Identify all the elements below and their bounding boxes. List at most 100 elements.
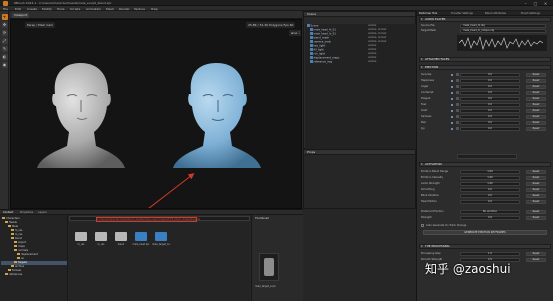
tree-item[interactable]: archive bbox=[11, 265, 24, 269]
emotion-value-field[interactable]: 0.0 bbox=[460, 126, 520, 131]
reset-button[interactable]: Reset bbox=[526, 120, 546, 125]
minimize-button[interactable]: – bbox=[521, 1, 530, 6]
activation-value-field[interactable]: 0.0 bbox=[460, 199, 520, 204]
timeline-scrubber[interactable] bbox=[457, 154, 517, 159]
reset-button[interactable]: Reset bbox=[526, 169, 546, 174]
section-emotion[interactable]: EMOTION bbox=[419, 65, 551, 70]
folder-icon[interactable] bbox=[75, 232, 87, 241]
slider-handle[interactable] bbox=[456, 103, 459, 106]
tree-item[interactable]: ao bbox=[17, 257, 24, 261]
scene-item[interactable]: camera_main bbox=[310, 40, 331, 44]
tab-brush-settings[interactable]: Brush Settings bbox=[521, 12, 540, 16]
slider-handle[interactable] bbox=[456, 127, 459, 130]
strength-field[interactable]: 0.6 bbox=[460, 215, 520, 220]
zbrush-file-icon[interactable] bbox=[155, 232, 167, 241]
reset-button[interactable]: Reset bbox=[526, 114, 546, 119]
tree-item[interactable]: Heads bbox=[5, 221, 17, 225]
slider-handle[interactable] bbox=[456, 115, 459, 118]
tree-item[interactable]: references bbox=[5, 273, 22, 277]
emotion-value-field[interactable]: 0.0 bbox=[460, 84, 520, 89]
reset-button[interactable]: Reset bbox=[526, 102, 546, 107]
reset-button[interactable]: Reset bbox=[526, 215, 546, 220]
activation-value-field[interactable]: 1.00 bbox=[460, 175, 520, 180]
tab-blend-attributes[interactable]: Blend Attributes bbox=[485, 12, 506, 16]
mask-icon[interactable]: ◐ bbox=[1, 54, 8, 60]
emotion-value-field[interactable]: 0.0 bbox=[460, 90, 520, 95]
reset-button[interactable]: Reset bbox=[526, 181, 546, 186]
reset-button[interactable]: Reset bbox=[526, 199, 546, 204]
reset-button[interactable]: Reset bbox=[526, 72, 546, 77]
close-button[interactable]: × bbox=[541, 1, 550, 6]
reset-button[interactable]: Reset bbox=[526, 84, 546, 89]
scene-item[interactable]: rim_light bbox=[310, 52, 325, 56]
emotion-value-field[interactable]: 0.0 bbox=[460, 72, 520, 77]
slider-handle[interactable] bbox=[456, 121, 459, 124]
tree-item[interactable]: displacement bbox=[17, 253, 38, 257]
section-activation[interactable]: ACTIVATION bbox=[419, 162, 551, 167]
preferred-emotion-dropdown[interactable]: No emotion bbox=[460, 209, 520, 214]
reset-button[interactable]: Reset bbox=[526, 78, 546, 83]
slider-handle[interactable] bbox=[456, 79, 459, 82]
reset-button[interactable]: Reset bbox=[526, 108, 546, 113]
tree-item[interactable]: maps bbox=[14, 245, 25, 249]
audio-waveform[interactable] bbox=[457, 35, 547, 51]
slider-handle[interactable] bbox=[456, 73, 459, 76]
generate-keyframes-button[interactable]: GENERATE EMOTION KEYFRAMES bbox=[423, 230, 547, 235]
slider-handle[interactable] bbox=[456, 97, 459, 100]
tab-transfer-settings[interactable]: Transfer Settings bbox=[451, 12, 473, 16]
tab-deformer-tool[interactable]: Deformer Tool bbox=[419, 12, 437, 16]
emotion-value-field[interactable]: 0.0 bbox=[460, 78, 520, 83]
scene-item[interactable]: male_head_hi_01 bbox=[310, 28, 336, 32]
brush-icon[interactable]: ✎ bbox=[1, 46, 8, 52]
reset-button[interactable]: Reset bbox=[526, 126, 546, 131]
move-icon[interactable]: ✥ bbox=[1, 22, 8, 28]
source-file-field[interactable]: male_head_hi.obj bbox=[460, 23, 546, 28]
tree-item[interactable]: normals bbox=[14, 249, 28, 253]
activation-value-field[interactable]: 0.0 bbox=[460, 187, 520, 192]
activation-value-field[interactable]: 1.00 bbox=[460, 181, 520, 186]
folder-icon[interactable] bbox=[95, 232, 107, 241]
reset-button[interactable]: Reset bbox=[526, 251, 546, 256]
slider-handle[interactable] bbox=[456, 109, 459, 112]
tree-item[interactable]: Male bbox=[8, 225, 18, 229]
viewport-3d[interactable]: Persp / Main Cam 25.8K / 51.2K Polygons … bbox=[10, 19, 302, 209]
zbrush-file-icon[interactable] bbox=[135, 232, 147, 241]
scene-item[interactable]: blend_mesh bbox=[310, 36, 329, 40]
section-attached-faces[interactable]: ATTACHED FACES bbox=[419, 57, 551, 62]
emotion-value-field[interactable]: 0.0 bbox=[460, 120, 520, 125]
section-audio-player[interactable]: AUDIO PLAYER bbox=[419, 17, 551, 22]
reset-button[interactable]: Reset bbox=[526, 193, 546, 198]
scene-item[interactable]: displacement_maps bbox=[310, 56, 339, 60]
camera-icon[interactable]: ◉ bbox=[1, 62, 8, 68]
slider-handle[interactable] bbox=[456, 85, 459, 88]
tree-item[interactable]: Female bbox=[8, 269, 21, 273]
reset-button[interactable]: Reset bbox=[526, 90, 546, 95]
maximize-button[interactable]: □ bbox=[531, 1, 540, 6]
rotate-icon[interactable]: ⟳ bbox=[1, 30, 8, 36]
tree-item[interactable]: hi_res bbox=[11, 229, 22, 233]
tree-item[interactable]: blend bbox=[11, 237, 22, 241]
emotion-value-field[interactable]: 0.0 bbox=[460, 114, 520, 119]
activation-value-field[interactable]: 1.00 bbox=[460, 169, 520, 174]
reset-button[interactable]: Reset bbox=[526, 175, 546, 180]
tree-item[interactable]: Characters bbox=[2, 217, 20, 221]
tree-item[interactable]: export bbox=[14, 241, 26, 245]
scene-item[interactable]: male_head_lo_01 bbox=[310, 32, 336, 36]
emotion-value-field[interactable]: 0.0 bbox=[460, 102, 520, 107]
activation-value-field[interactable]: 0.0 bbox=[460, 193, 520, 198]
reset-button[interactable]: Reset bbox=[526, 187, 546, 192]
tree-item-selected[interactable]: targets bbox=[1, 261, 67, 265]
tab-layers[interactable]: Layers bbox=[38, 211, 47, 214]
scene-item[interactable]: fill_light bbox=[310, 48, 324, 52]
blue-head-model[interactable] bbox=[173, 62, 261, 168]
target-mesh-field[interactable]: male_head_lo_retopo.obj bbox=[460, 28, 546, 33]
reset-button[interactable]: Reset bbox=[526, 209, 546, 214]
emotion-value-field[interactable]: 0.0 bbox=[460, 108, 520, 113]
tab-properties[interactable]: Properties bbox=[20, 211, 33, 214]
emotion-value-field[interactable]: 0.0 bbox=[460, 96, 520, 101]
processing-value-field[interactable]: 1.0 bbox=[460, 251, 520, 256]
select-icon[interactable]: ⌖ bbox=[1, 14, 8, 20]
reset-button[interactable]: Reset bbox=[526, 96, 546, 101]
scene-item[interactable]: Scene bbox=[307, 24, 318, 28]
section-processing[interactable]: THE PROCESSING bbox=[419, 244, 551, 249]
